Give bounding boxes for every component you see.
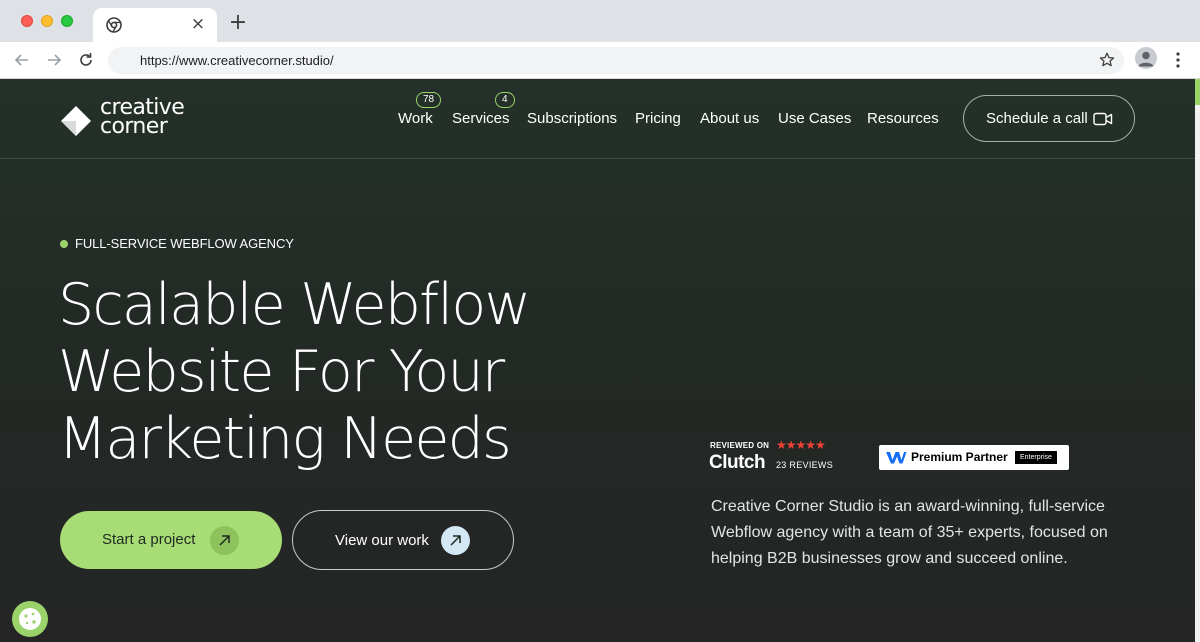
clutch-rating-stars-icon: ★★★★★ (776, 438, 826, 452)
new-tab-button[interactable]: + (226, 11, 250, 35)
hero-title-line: Website For Your (58, 339, 505, 405)
webflow-logo-icon (886, 452, 907, 464)
more-menu-icon[interactable] (1170, 50, 1186, 70)
eyebrow-dot-icon (60, 240, 68, 248)
browser-toolbar: https://www.creativecorner.studio/ (0, 42, 1200, 79)
maximize-window-button[interactable] (61, 15, 73, 27)
site-header: creative corner 78 Work 4 Services Subsc… (0, 79, 1195, 159)
arrow-up-right-icon (441, 526, 470, 555)
bookmark-star-icon[interactable] (1098, 51, 1116, 69)
work-count-badge: 78 (416, 92, 442, 108)
premium-partner-label: Premium Partner (911, 450, 1008, 464)
webflow-premium-partner-badge[interactable]: Premium Partner Enterprise (879, 445, 1069, 470)
clutch-reviewed-on: REVIEWED ON (710, 441, 770, 450)
page-viewport: creative corner 78 Work 4 Services Subsc… (0, 79, 1195, 642)
scrollbar-thumb[interactable] (1195, 79, 1200, 105)
close-tab-icon[interactable]: × (189, 14, 207, 34)
nav-about-us[interactable]: About us (700, 110, 759, 127)
nav-use-cases[interactable]: Use Cases (778, 110, 851, 127)
schedule-call-button[interactable]: Schedule a call (963, 95, 1135, 142)
logo-wordmark[interactable]: creative corner (100, 97, 185, 138)
clutch-review-count: 23 REVIEWS (776, 460, 834, 470)
back-arrow-icon[interactable] (12, 50, 32, 70)
nav-work[interactable]: Work (398, 110, 433, 127)
page-scrollbar[interactable] (1195, 79, 1200, 642)
hero-eyebrow: FULL-SERVICE WEBFLOW AGENCY (75, 236, 294, 251)
cookie-settings-icon[interactable] (12, 601, 48, 637)
clutch-logo[interactable]: Clutch (709, 452, 766, 474)
video-camera-icon (1093, 112, 1113, 126)
view-work-label: View our work (335, 532, 429, 549)
nav-pricing[interactable]: Pricing (635, 110, 681, 127)
start-project-button[interactable]: Start a project (60, 511, 282, 569)
chrome-favicon-icon (106, 17, 122, 33)
hero-title: Scalable Webflow Website For Your Market… (58, 272, 578, 473)
address-bar[interactable]: https://www.creativecorner.studio/ (108, 47, 1124, 74)
browser-tab-bar: × + (0, 0, 1200, 42)
minimize-window-button[interactable] (41, 15, 53, 27)
nav-resources[interactable]: Resources (867, 110, 939, 127)
enterprise-tag: Enterprise (1015, 451, 1057, 464)
close-window-button[interactable] (21, 15, 33, 27)
start-project-label: Start a project (102, 531, 196, 548)
view-work-button[interactable]: View our work (292, 510, 514, 570)
arrow-up-right-icon (210, 526, 239, 555)
reload-icon[interactable] (76, 50, 96, 70)
services-count-badge: 4 (495, 92, 515, 108)
hero-title-line: Marketing Needs (58, 406, 512, 472)
url-text: https://www.creativecorner.studio/ (140, 53, 334, 68)
nav-subscriptions[interactable]: Subscriptions (527, 110, 617, 127)
hero-title-line: Scalable Webflow (58, 272, 531, 338)
browser-tab[interactable]: × (93, 8, 217, 42)
nav-services[interactable]: Services (452, 110, 510, 127)
creative-corner-logo-icon[interactable] (60, 105, 92, 137)
schedule-call-label: Schedule a call (986, 110, 1088, 127)
forward-arrow-icon[interactable] (44, 50, 64, 70)
about-description: Creative Corner Studio is an award-winni… (711, 498, 1108, 567)
profile-avatar-icon[interactable] (1135, 47, 1157, 69)
